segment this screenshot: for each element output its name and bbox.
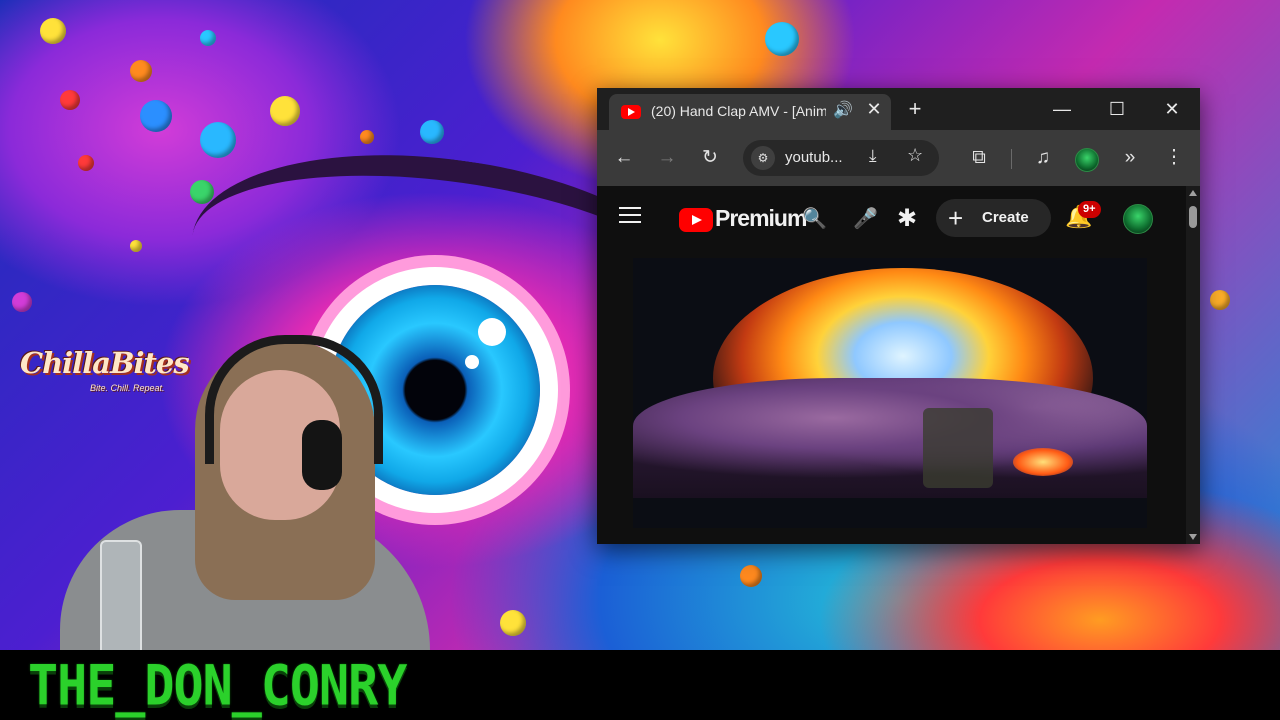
decor-dot — [740, 565, 762, 587]
decor-dot — [200, 122, 236, 158]
streamer-webcam — [40, 330, 440, 650]
media-controls-icon[interactable]: ♫ — [1029, 144, 1057, 172]
eye-highlight — [478, 318, 506, 346]
back-arrow-icon[interactable]: ← — [610, 144, 638, 172]
decor-dot — [190, 180, 214, 204]
profile-avatar[interactable] — [1075, 148, 1099, 172]
search-icon[interactable]: 🔍 — [802, 206, 827, 231]
tab-title: (20) Hand Clap AMV - [Anim — [651, 103, 826, 119]
window-close-button[interactable]: ✕ — [1152, 94, 1192, 124]
plus-icon: + — [948, 203, 964, 233]
decor-dot — [765, 22, 799, 56]
browser-tab-active[interactable]: (20) Hand Clap AMV - [Anim 🔊 ✕ — [609, 94, 891, 130]
video-tank-silhouette — [923, 408, 993, 488]
youtube-logo-icon[interactable] — [679, 208, 713, 232]
tab-strip[interactable]: (20) Hand Clap AMV - [Anim 🔊 ✕ + — ☐ ✕ — [597, 88, 1200, 130]
scroll-thumb[interactable] — [1189, 206, 1197, 228]
page-scrollbar[interactable] — [1186, 186, 1200, 544]
speaker-icon[interactable]: 🔊 — [833, 100, 853, 120]
glass-pipe — [100, 540, 142, 650]
microphone-icon[interactable]: 🎤 — [853, 206, 878, 231]
headphone-cup — [302, 420, 342, 490]
browser-window[interactable]: (20) Hand Clap AMV - [Anim 🔊 ✕ + — ☐ ✕ ←… — [597, 88, 1200, 544]
toolbar-divider — [1011, 149, 1012, 169]
forward-arrow-icon[interactable]: → — [653, 144, 681, 172]
video-player[interactable] — [633, 258, 1147, 528]
youtube-favicon-icon — [621, 105, 641, 119]
install-app-icon[interactable]: ⤓ — [869, 146, 877, 166]
decor-dot — [78, 155, 94, 171]
decor-dot — [1210, 290, 1230, 310]
create-button[interactable]: + Create — [936, 199, 1051, 237]
address-bar[interactable]: ⚙ youtub... ⤓ ☆ — [743, 140, 939, 176]
youtube-premium-wordmark[interactable]: Premium — [715, 205, 807, 232]
headphones — [205, 335, 383, 464]
maximize-button[interactable]: ☐ — [1097, 94, 1137, 124]
new-tab-button[interactable]: + — [903, 96, 927, 122]
decor-dot — [200, 30, 216, 46]
account-avatar[interactable] — [1123, 204, 1153, 234]
scroll-down-arrow-icon[interactable] — [1189, 534, 1197, 540]
ask-sparkle-icon[interactable]: ✱ — [897, 204, 917, 233]
decor-dot — [130, 240, 142, 252]
more-tools-chevron-icon[interactable]: » — [1116, 144, 1144, 172]
hamburger-menu-icon[interactable] — [617, 204, 643, 226]
site-info-icon[interactable]: ⚙ — [751, 146, 775, 170]
decor-dot — [140, 100, 172, 132]
video-smoke-frame — [633, 378, 1147, 498]
bookmark-star-icon[interactable]: ☆ — [907, 145, 923, 166]
decor-dot — [420, 120, 444, 144]
youtube-header: Premium 🔍 🎤 ✱ + Create 🔔 9+ — [597, 186, 1186, 246]
eye-highlight-small — [465, 355, 479, 369]
youtube-page: Premium 🔍 🎤 ✱ + Create 🔔 9+ — [597, 186, 1200, 544]
decor-dot — [12, 292, 32, 312]
streamer-name: THE_DON_CONRY — [28, 654, 407, 718]
decor-dot — [500, 610, 526, 636]
decor-dot — [40, 18, 66, 44]
minimize-button[interactable]: — — [1042, 94, 1082, 124]
decor-dot — [130, 60, 152, 82]
scroll-up-arrow-icon[interactable] — [1189, 190, 1197, 196]
create-label: Create — [982, 209, 1029, 226]
decor-dot — [60, 90, 80, 110]
decor-dot — [360, 130, 374, 144]
decor-dot — [270, 96, 300, 126]
browser-toolbar: ← → ↻ ⚙ youtub... ⤓ ☆ ⧉ ♫ » ⋮ — [597, 130, 1200, 186]
tab-close-icon[interactable]: ✕ — [863, 99, 885, 120]
address-url[interactable]: youtub... — [785, 149, 843, 166]
browser-menu-icon[interactable]: ⋮ — [1160, 144, 1188, 172]
reload-icon[interactable]: ↻ — [696, 144, 724, 172]
notifications-badge: 9+ — [1078, 201, 1101, 218]
video-fire-frame — [1013, 448, 1073, 476]
extensions-icon[interactable]: ⧉ — [965, 144, 993, 172]
